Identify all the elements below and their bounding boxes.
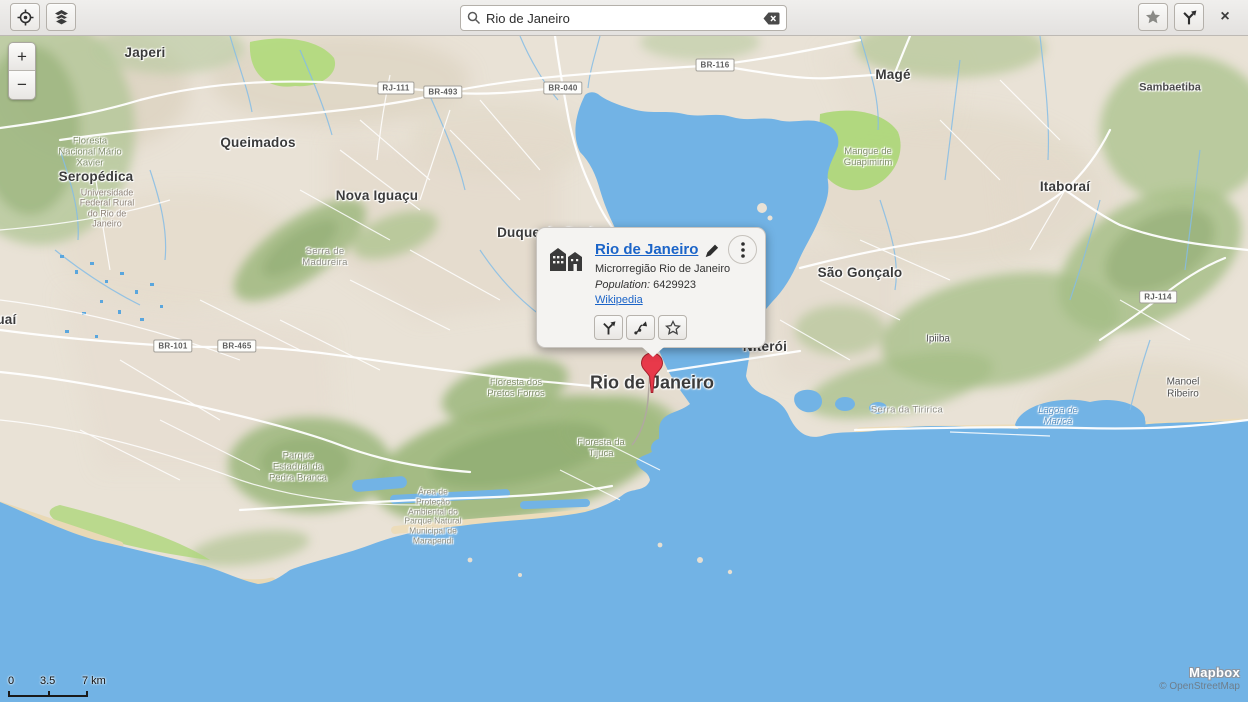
- clear-search-icon[interactable]: [763, 12, 780, 25]
- route-icon: [600, 319, 617, 336]
- wikipedia-link[interactable]: Wikipedia: [595, 294, 643, 306]
- close-window-button[interactable]: ×: [1210, 3, 1240, 31]
- scale-end: 7 km: [82, 675, 106, 687]
- road-shield: RJ-111: [377, 82, 414, 95]
- search-input[interactable]: [486, 11, 758, 26]
- layers-icon: [53, 9, 70, 26]
- route-to-place-button[interactable]: [594, 315, 623, 340]
- attribution: Mapbox © OpenStreetMap: [1159, 665, 1240, 692]
- scale-bar: 0 3.5 7 km: [8, 675, 118, 697]
- road-shield: BR-116: [696, 59, 735, 72]
- kebab-menu-icon: [741, 242, 745, 258]
- road-shield: BR-493: [423, 86, 462, 99]
- population-label: Population:: [595, 279, 650, 291]
- more-options-button[interactable]: [728, 235, 757, 264]
- favorites-button[interactable]: [1138, 3, 1168, 31]
- route-icon: [1180, 8, 1198, 26]
- pin-icon: [637, 352, 667, 396]
- pencil-icon: [703, 242, 719, 258]
- locate-crosshair-icon: [17, 9, 34, 26]
- star-icon: [1145, 9, 1161, 25]
- route-button[interactable]: [1174, 3, 1204, 31]
- place-subtitle: Microrregião Rio de Janeiro: [595, 263, 730, 275]
- mapbox-logo[interactable]: Mapbox: [1159, 665, 1240, 680]
- header-bar: ×: [0, 0, 1248, 36]
- edit-place-button[interactable]: [701, 241, 721, 261]
- send-route-icon: [632, 319, 649, 336]
- scale-start: 0: [8, 675, 14, 687]
- map-view[interactable]: JaperiQueimadosSeropédicaNova IguaçuDuqu…: [0, 36, 1248, 702]
- search-icon: [467, 11, 481, 25]
- road-shield: RJ-114: [1139, 291, 1177, 304]
- favorite-place-button[interactable]: [658, 315, 687, 340]
- locate-button[interactable]: [10, 3, 40, 31]
- zoom-in-button[interactable]: +: [9, 43, 35, 71]
- city-buildings-icon: [548, 245, 586, 271]
- map-canvas[interactable]: [0, 36, 1248, 702]
- place-population: Population: 6429923: [595, 279, 696, 291]
- road-shield: BR-040: [543, 82, 582, 95]
- zoom-control: + −: [8, 42, 36, 100]
- road-shield: BR-101: [153, 340, 192, 353]
- place-title-link[interactable]: Rio de Janeiro: [595, 241, 698, 258]
- scale-mid: 3.5: [40, 675, 55, 687]
- population-value: 6429923: [653, 279, 696, 291]
- layers-button[interactable]: [46, 3, 76, 31]
- osm-copyright[interactable]: © OpenStreetMap: [1159, 681, 1240, 692]
- star-outline-icon: [665, 320, 681, 336]
- place-pin[interactable]: [637, 352, 667, 401]
- road-shield: BR-465: [217, 340, 256, 353]
- directions-button[interactable]: [626, 315, 655, 340]
- zoom-out-button[interactable]: −: [9, 71, 35, 99]
- place-popover: Rio de Janeiro Microrregião Rio de Janei…: [536, 227, 766, 348]
- search-entry: [460, 5, 787, 31]
